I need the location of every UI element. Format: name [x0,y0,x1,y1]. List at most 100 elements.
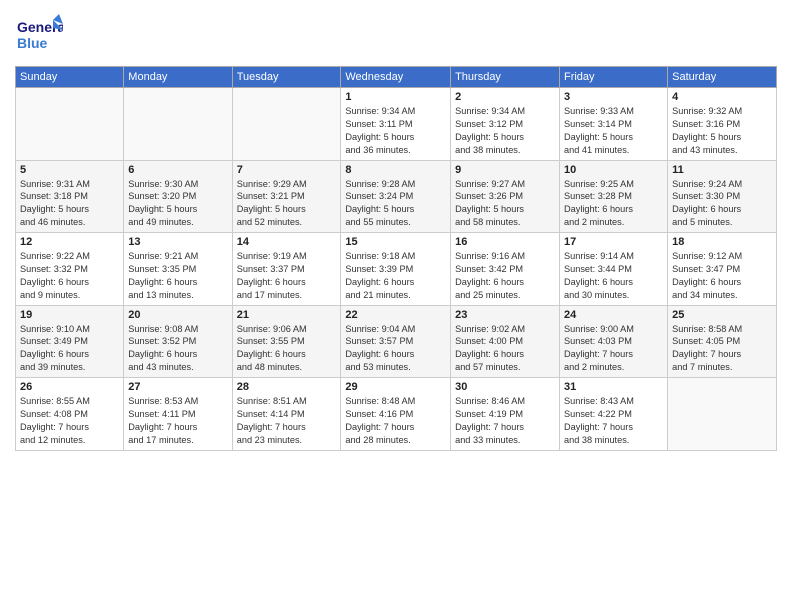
calendar-cell: 1 Sunrise: 9:34 AMSunset: 3:11 PMDaylight… [341,88,451,161]
calendar-cell: 26 Sunrise: 8:55 AMSunset: 4:08 PMDayligh… [16,378,124,451]
calendar-cell: 25 Sunrise: 8:58 AMSunset: 4:05 PMDayligh… [668,305,777,378]
weekday-header-saturday: Saturday [668,67,777,88]
day-info: Sunrise: 9:34 AMSunset: 3:11 PMDaylight:… [345,105,446,157]
calendar-cell: 19Sunrise: 9:10 AMSunset: 3:49 PMDayligh… [16,305,124,378]
day-number: 5 [20,164,119,176]
day-number: 27 [128,381,227,393]
calendar-cell: 4 Sunrise: 9:32 AMSunset: 3:16 PMDaylight… [668,88,777,161]
header: General Blue [15,10,777,58]
day-number: 25 [672,309,772,321]
calendar-cell: 2 Sunrise: 9:34 AMSunset: 3:12 PMDaylight… [451,88,560,161]
day-number: 15 [345,236,446,248]
calendar-cell [232,88,341,161]
day-number: 21 [237,309,337,321]
week-row-1: 1 Sunrise: 9:34 AMSunset: 3:11 PMDaylight… [16,88,777,161]
day-number: 28 [237,381,337,393]
logo-icon: General Blue [15,10,63,58]
svg-text:Blue: Blue [17,35,48,51]
page: General Blue SundayMondayTuesdayWednesda… [0,0,792,612]
week-row-3: 12 Sunrise: 9:22 AMSunset: 3:32 PMDayligh… [16,233,777,306]
weekday-header-tuesday: Tuesday [232,67,341,88]
calendar-cell: 8 Sunrise: 9:28 AMSunset: 3:24 PMDaylight… [341,160,451,233]
day-info: Sunrise: 9:12 AMSunset: 3:47 PMDaylight:… [672,250,772,302]
day-number: 6 [128,164,227,176]
day-number: 20 [128,309,227,321]
calendar-cell: 14 Sunrise: 9:19 AMSunset: 3:37 PMDayligh… [232,233,341,306]
day-number: 8 [345,164,446,176]
calendar-cell: 30Sunrise: 8:46 AMSunset: 4:19 PMDayligh… [451,378,560,451]
calendar-cell: 12 Sunrise: 9:22 AMSunset: 3:32 PMDayligh… [16,233,124,306]
calendar-cell: 13 Sunrise: 9:21 AMSunset: 3:35 PMDayligh… [124,233,232,306]
day-info: Sunrise: 8:55 AMSunset: 4:08 PMDaylight:… [20,395,119,447]
day-info: Sunrise: 9:04 AMSunset: 3:57 PMDaylight:… [345,323,446,375]
day-info: Sunrise: 9:14 AMSunset: 3:44 PMDaylight:… [564,250,663,302]
day-info: Sunrise: 9:27 AMSunset: 3:26 PMDaylight:… [455,178,555,230]
calendar-cell: 10Sunrise: 9:25 AMSunset: 3:28 PMDayligh… [559,160,667,233]
day-info: Sunrise: 9:29 AMSunset: 3:21 PMDaylight:… [237,178,337,230]
day-number: 16 [455,236,555,248]
day-number: 17 [564,236,663,248]
day-number: 4 [672,91,772,103]
day-info: Sunrise: 9:32 AMSunset: 3:16 PMDaylight:… [672,105,772,157]
day-info: Sunrise: 9:34 AMSunset: 3:12 PMDaylight:… [455,105,555,157]
calendar-cell: 16 Sunrise: 9:16 AMSunset: 3:42 PMDayligh… [451,233,560,306]
calendar-cell [124,88,232,161]
calendar-cell: 7 Sunrise: 9:29 AMSunset: 3:21 PMDaylight… [232,160,341,233]
day-number: 13 [128,236,227,248]
day-info: Sunrise: 9:28 AMSunset: 3:24 PMDaylight:… [345,178,446,230]
day-number: 26 [20,381,119,393]
day-number: 31 [564,381,663,393]
day-info: Sunrise: 9:33 AMSunset: 3:14 PMDaylight:… [564,105,663,157]
day-number: 2 [455,91,555,103]
day-number: 7 [237,164,337,176]
day-info: Sunrise: 9:18 AMSunset: 3:39 PMDaylight:… [345,250,446,302]
day-number: 30 [455,381,555,393]
calendar-cell: 28Sunrise: 8:51 AMSunset: 4:14 PMDayligh… [232,378,341,451]
day-info: Sunrise: 8:48 AMSunset: 4:16 PMDaylight:… [345,395,446,447]
calendar-cell: 24 Sunrise: 9:00 AMSunset: 4:03 PMDayligh… [559,305,667,378]
day-info: Sunrise: 9:19 AMSunset: 3:37 PMDaylight:… [237,250,337,302]
weekday-header-sunday: Sunday [16,67,124,88]
weekday-header-friday: Friday [559,67,667,88]
day-number: 14 [237,236,337,248]
day-info: Sunrise: 9:24 AMSunset: 3:30 PMDaylight:… [672,178,772,230]
day-number: 29 [345,381,446,393]
day-info: Sunrise: 9:00 AMSunset: 4:03 PMDaylight:… [564,323,663,375]
calendar-cell: 6Sunrise: 9:30 AMSunset: 3:20 PMDaylight… [124,160,232,233]
day-info: Sunrise: 9:16 AMSunset: 3:42 PMDaylight:… [455,250,555,302]
week-row-2: 5Sunrise: 9:31 AMSunset: 3:18 PMDaylight… [16,160,777,233]
logo: General Blue [15,10,63,58]
calendar-cell: 22 Sunrise: 9:04 AMSunset: 3:57 PMDayligh… [341,305,451,378]
week-row-4: 19Sunrise: 9:10 AMSunset: 3:49 PMDayligh… [16,305,777,378]
calendar-cell: 5Sunrise: 9:31 AMSunset: 3:18 PMDaylight… [16,160,124,233]
weekday-header-wednesday: Wednesday [341,67,451,88]
calendar-cell: 29 Sunrise: 8:48 AMSunset: 4:16 PMDayligh… [341,378,451,451]
day-info: Sunrise: 9:21 AMSunset: 3:35 PMDaylight:… [128,250,227,302]
day-number: 18 [672,236,772,248]
day-info: Sunrise: 9:08 AMSunset: 3:52 PMDaylight:… [128,323,227,375]
calendar-cell: 11 Sunrise: 9:24 AMSunset: 3:30 PMDayligh… [668,160,777,233]
day-info: Sunrise: 9:22 AMSunset: 3:32 PMDaylight:… [20,250,119,302]
calendar-cell: 9 Sunrise: 9:27 AMSunset: 3:26 PMDaylight… [451,160,560,233]
day-info: Sunrise: 9:25 AMSunset: 3:28 PMDaylight:… [564,178,663,230]
day-number: 24 [564,309,663,321]
calendar-cell: 23 Sunrise: 9:02 AMSunset: 4:00 PMDayligh… [451,305,560,378]
calendar-cell: 3Sunrise: 9:33 AMSunset: 3:14 PMDaylight… [559,88,667,161]
day-number: 23 [455,309,555,321]
calendar-table: SundayMondayTuesdayWednesdayThursdayFrid… [15,66,777,451]
day-number: 9 [455,164,555,176]
calendar-cell [668,378,777,451]
day-info: Sunrise: 9:02 AMSunset: 4:00 PMDaylight:… [455,323,555,375]
day-info: Sunrise: 8:58 AMSunset: 4:05 PMDaylight:… [672,323,772,375]
calendar-cell: 21Sunrise: 9:06 AMSunset: 3:55 PMDayligh… [232,305,341,378]
day-number: 11 [672,164,772,176]
day-number: 12 [20,236,119,248]
calendar-cell: 17 Sunrise: 9:14 AMSunset: 3:44 PMDayligh… [559,233,667,306]
day-number: 1 [345,91,446,103]
calendar-cell: 20 Sunrise: 9:08 AMSunset: 3:52 PMDayligh… [124,305,232,378]
day-info: Sunrise: 8:53 AMSunset: 4:11 PMDaylight:… [128,395,227,447]
day-number: 19 [20,309,119,321]
day-number: 22 [345,309,446,321]
calendar-cell: 15 Sunrise: 9:18 AMSunset: 3:39 PMDayligh… [341,233,451,306]
week-row-5: 26 Sunrise: 8:55 AMSunset: 4:08 PMDayligh… [16,378,777,451]
